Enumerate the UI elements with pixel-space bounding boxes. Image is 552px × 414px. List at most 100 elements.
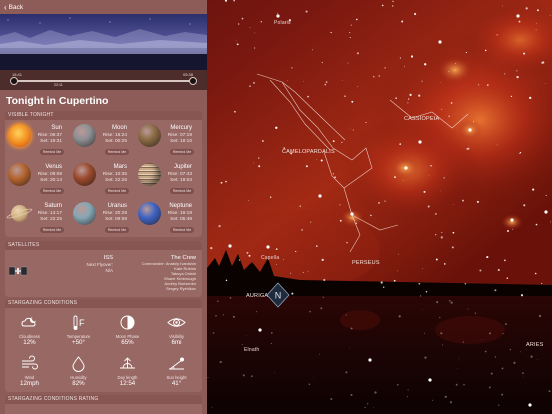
planet-rise-time: Rise: 14:17 (37, 210, 62, 216)
planet-name: Saturn (44, 203, 62, 209)
visible-tonight-card: VISIBLE TONIGHT Sun Rise: 06:37 Set: 19:31… (5, 111, 202, 237)
planet-rise-time: Rise: 07:19 (167, 132, 192, 138)
crew-list: Commander: Anatoly Ivanishin Kate Rubins T… (142, 261, 196, 291)
mercury-icon (138, 124, 161, 147)
saturn-ring (5, 206, 34, 221)
planet-rise-time: Rise: 16:24 (102, 132, 127, 138)
iss-next-flyover-value: N/A (105, 267, 113, 273)
planet-rise-time: Rise: 19:19 (167, 210, 192, 216)
svg-text:·: · (20, 49, 21, 53)
back-button[interactable]: ‹ Back (4, 4, 24, 12)
condition-value: 12mph (20, 380, 39, 387)
svg-text:F: F (79, 318, 85, 328)
time-slider-start-handle[interactable] (10, 76, 18, 85)
planet-set-time: Set: 20:14 (40, 177, 62, 183)
remind-me-button[interactable]: Remind Me (105, 149, 129, 155)
tonight-panel: · · · ‹ Back 18:41 22:11 05:38 Tonight in … (0, 0, 207, 414)
time-slider-end-handle[interactable] (189, 76, 197, 85)
sky-label-cassiopeia[interactable]: CASSIOPEIA (404, 116, 439, 122)
planet-item-jupiter[interactable]: Jupiter Rise: 07:43 Set: 19:53 Remind Me (136, 161, 202, 202)
planet-item-sun[interactable]: Sun Rise: 06:37 Set: 19:31 Remind Me (6, 122, 72, 163)
app-screen: Polaris CASSIOPEIA CAMELOPARDALIS PERSEU… (0, 0, 552, 414)
svg-text:·: · (90, 49, 91, 53)
planet-item-mars[interactable]: Mars Rise: 10:35 Set: 22:26 Remind Me (71, 161, 137, 202)
compass-letter: N (275, 291, 282, 301)
stargazing-conditions-card: STARGAZING CONDITIONS Cloudiness 12% F Temp… (5, 299, 202, 392)
planet-name: Sun (51, 125, 62, 131)
mars-icon (73, 163, 96, 186)
remind-me-button[interactable]: Remind Me (40, 188, 64, 194)
page-title: Tonight in Cupertino (6, 95, 109, 107)
satellites-title: SATELLITES (5, 241, 202, 250)
drop-icon (72, 356, 85, 372)
time-slider[interactable]: 18:41 22:11 05:38 (0, 70, 207, 90)
planet-set-time: Set: 19:53 (170, 177, 192, 183)
visible-tonight-title: VISIBLE TONIGHT (5, 111, 202, 120)
sky-label-capella[interactable]: Capella (261, 255, 279, 261)
compass-north-button[interactable]: N (266, 282, 290, 308)
condition-value: 12:54 (119, 380, 136, 387)
timeline-mid-time: 22:11 (54, 83, 63, 87)
planet-set-time: Set: 22:26 (105, 177, 127, 183)
planet-set-time: Set: 19:31 (40, 138, 62, 144)
compass-icon: N (266, 282, 290, 308)
remind-me-button[interactable]: Remind Me (40, 227, 64, 233)
uranus-icon (73, 202, 96, 225)
planet-item-neptune[interactable]: Neptune Rise: 19:19 Set: 05:49 Remind Me (136, 200, 202, 237)
planet-rise-time: Rise: 10:35 (102, 171, 127, 177)
thermometer-icon: F (73, 315, 85, 330)
planet-set-time: Set: 22:25 (40, 216, 62, 222)
remind-me-button[interactable]: Remind Me (105, 227, 129, 233)
iss-row[interactable]: ISS Next Flyover: N/A The Crew Commander… (5, 250, 202, 297)
eye-icon (167, 318, 186, 327)
iss-next-flyover-label: Next Flyover: (86, 262, 113, 267)
sky-label-polaris[interactable]: Polaris (274, 20, 291, 26)
condition-value: 82% (72, 380, 85, 387)
planet-name: Venus (45, 164, 62, 170)
sky-label-elnath[interactable]: Elnath (244, 347, 259, 353)
panorama-image: · · · (0, 14, 207, 70)
planet-item-moon[interactable]: Moon Rise: 16:24 Set: 00:25 Remind Me (71, 122, 137, 163)
planet-name: Moon (111, 125, 127, 131)
stargazing-rating-card[interactable]: STARGAZING CONDITIONS RATING (5, 395, 202, 414)
saturn-icon (5, 205, 34, 222)
day-length-icon (120, 357, 135, 369)
remind-me-button[interactable]: Remind Me (170, 149, 194, 155)
stargazing-conditions-title: STARGAZING CONDITIONS (5, 299, 202, 308)
planet-item-venus[interactable]: Venus Rise: 09:08 Set: 20:14 Remind Me (6, 161, 72, 202)
iss-name: ISS (103, 255, 113, 261)
planet-name: Mercury (170, 125, 192, 131)
planet-item-mercury[interactable]: Mercury Rise: 07:19 Set: 19:10 Remind Me (136, 122, 202, 163)
remind-me-button[interactable]: Remind Me (170, 188, 194, 194)
condition-value: 41° (171, 380, 182, 387)
condition-moon-phase: Moon Phase 65% (103, 312, 152, 348)
remind-me-button[interactable]: Remind Me (170, 227, 194, 233)
sky-label-perseus[interactable]: PERSEUS (352, 260, 380, 266)
condition-temperature: F Temperature +50° (54, 312, 103, 348)
planet-name: Mars (113, 164, 127, 170)
condition-day-length: Day length 12:54 (103, 353, 152, 389)
condition-humidity: Humidity 82% (54, 353, 103, 389)
planet-set-time: Set: 19:10 (170, 138, 192, 144)
sky-label-auriga[interactable]: AURIGA (246, 293, 268, 299)
satellites-card: SATELLITES ISS Next Flyover: N/A The Cre… (5, 241, 202, 297)
condition-cloudiness: Cloudiness 12% (5, 312, 54, 348)
planet-name: Uranus (107, 203, 127, 209)
planet-set-time: Set: 09:59 (105, 216, 127, 222)
planet-item-saturn[interactable]: Saturn Rise: 14:17 Set: 22:25 Remind Me (5, 200, 72, 237)
planet-item-uranus[interactable]: Uranus Rise: 20:29 Set: 09:59 Remind Me (71, 200, 137, 237)
sun-icon (8, 124, 31, 147)
condition-value: 6mi (171, 339, 182, 346)
back-label: Back (8, 4, 24, 11)
planet-rise-time: Rise: 07:43 (167, 171, 192, 177)
sky-label-aries[interactable]: ARIES (526, 342, 544, 348)
sky-label-camelopardalis[interactable]: CAMELOPARDALIS (282, 149, 335, 155)
planet-rise-time: Rise: 06:37 (37, 132, 62, 138)
sun-height-icon (169, 357, 184, 370)
planet-set-time: Set: 05:49 (170, 216, 192, 222)
planet-name: Jupiter (173, 164, 192, 170)
planet-name: Neptune (169, 203, 192, 209)
venus-icon (8, 163, 31, 186)
remind-me-button[interactable]: Remind Me (40, 149, 64, 155)
remind-me-button[interactable]: Remind Me (105, 188, 129, 194)
